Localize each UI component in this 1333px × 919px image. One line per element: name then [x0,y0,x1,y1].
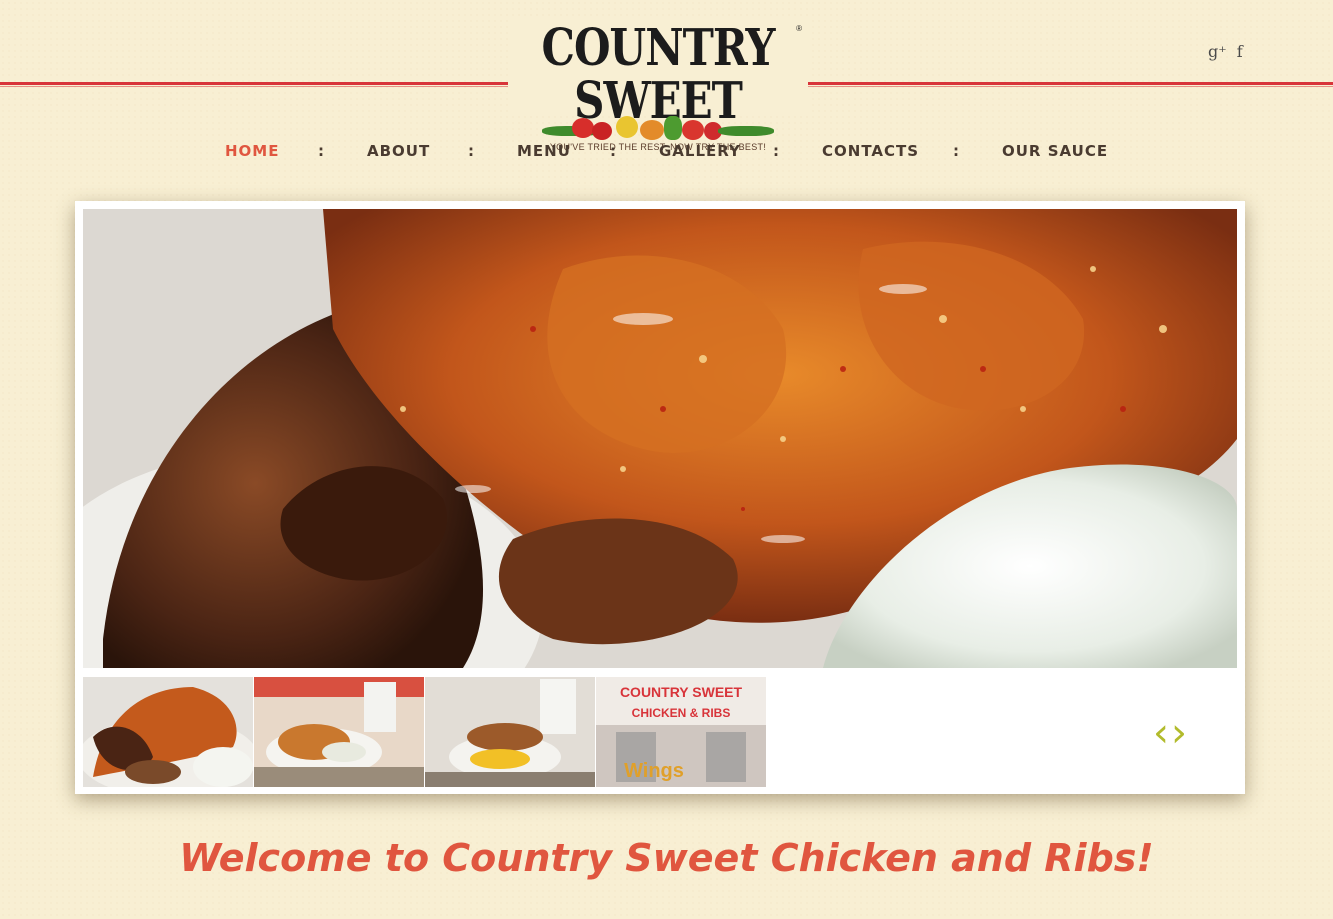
facebook-icon[interactable]: f [1237,42,1243,61]
next-arrow-icon[interactable]: › [1171,713,1187,753]
thumbnail[interactable] [254,677,424,787]
nav-separator: : [773,142,780,160]
logo-vegetables-icon [542,116,774,140]
nav-separator: : [953,142,960,160]
thumbnail[interactable] [425,677,595,787]
prev-arrow-icon[interactable]: ‹ [1153,713,1169,753]
logo-title: COUNTRY SWEET [541,18,776,130]
hero-food-photo [83,209,1237,668]
storefront-sign-text: COUNTRY SWEET [620,684,743,700]
nav-contacts[interactable]: CONTACTS [822,142,919,160]
main-nav: HOME : ABOUT : MENU : GALLERY : CONTACTS… [0,142,1333,162]
hero-image [83,209,1237,668]
thumbnail-storefront[interactable]: COUNTRY SWEET CHICKEN & RIBS Wings [596,677,766,787]
nav-our-sauce[interactable]: OUR SAUCE [1002,142,1108,160]
nav-menu[interactable]: MENU [517,142,571,160]
social-links: g⁺ f [1208,42,1243,61]
nav-about[interactable]: ABOUT [367,142,430,160]
nav-separator: : [610,142,617,160]
thumbnail-strip: COUNTRY SWEET CHICKEN & RIBS Wings [83,677,766,787]
google-plus-icon[interactable]: g⁺ [1208,42,1227,61]
thumbnail[interactable] [83,677,253,787]
nav-separator: : [468,142,475,160]
logo-registered-mark: ® [796,24,802,33]
nav-home[interactable]: HOME [225,142,279,160]
storefront-sign-sub: CHICKEN & RIBS [632,706,731,720]
welcome-heading: Welcome to Country Sweet Chicken and Rib… [179,836,1154,880]
slider-arrows: ‹ › [1153,713,1187,753]
nav-gallery[interactable]: GALLERY [659,142,741,160]
nav-separator: : [318,142,325,160]
slider-frame: COUNTRY SWEET CHICKEN & RIBS Wings ‹ › [75,201,1245,794]
storefront-window-text: Wings [624,760,684,782]
site-logo[interactable]: COUNTRY SWEET ® YOU'VE TRIED THE REST, N… [508,16,808,152]
